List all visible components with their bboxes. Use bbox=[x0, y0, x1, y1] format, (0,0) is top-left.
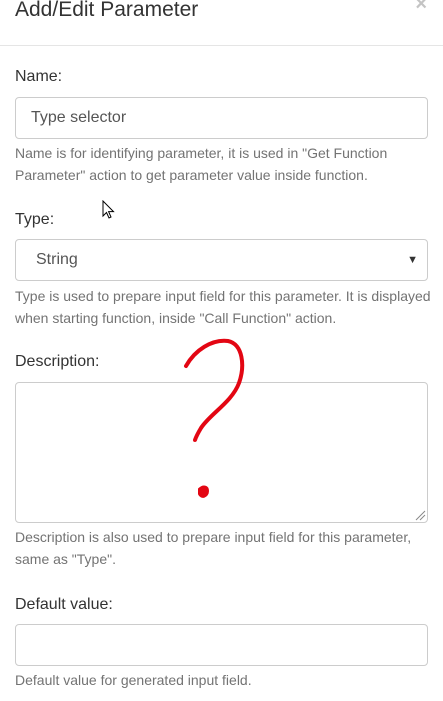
type-help-text: Type is used to prepare input field for … bbox=[15, 288, 431, 326]
default-value-input[interactable] bbox=[15, 624, 428, 666]
type-select[interactable]: String ▼ bbox=[15, 239, 428, 281]
close-button[interactable]: × bbox=[415, 0, 427, 14]
dialog-title: Add/Edit Parameter bbox=[15, 0, 199, 21]
resize-handle-icon[interactable] bbox=[415, 510, 426, 521]
default-value-label: Default value: bbox=[15, 596, 113, 613]
type-selected-value: String bbox=[36, 251, 78, 268]
name-label: Name: bbox=[15, 68, 63, 85]
chevron-down-icon: ▼ bbox=[407, 254, 418, 266]
type-label: Type: bbox=[15, 211, 55, 228]
default-value-help-text: Default value for generated input field. bbox=[15, 672, 252, 688]
description-help-text: Description is also used to prepare inpu… bbox=[15, 529, 412, 567]
dialog-header: Add/Edit Parameter × bbox=[0, 0, 443, 46]
name-help-text: Name is for identifying parameter, it is… bbox=[15, 145, 388, 183]
add-edit-parameter-dialog: Add/Edit Parameter × Name: Name is for i… bbox=[0, 0, 443, 701]
description-label: Description: bbox=[15, 353, 100, 370]
mouse-cursor-icon bbox=[102, 200, 115, 219]
description-textarea[interactable] bbox=[15, 382, 428, 523]
name-input[interactable] bbox=[15, 97, 428, 139]
